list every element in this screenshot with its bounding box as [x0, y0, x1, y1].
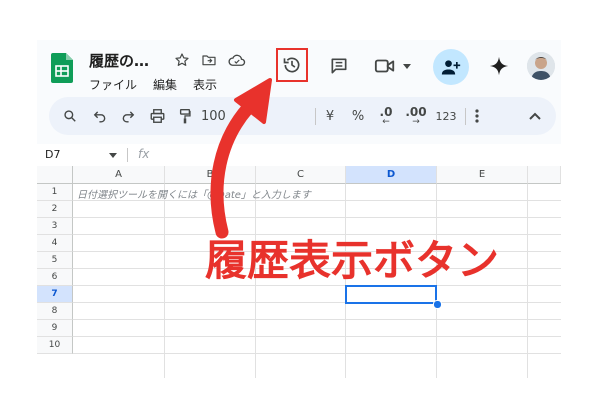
annotation-arrow-icon — [210, 78, 272, 239]
annotation-label: 履歴表示ボタン — [205, 236, 500, 285]
